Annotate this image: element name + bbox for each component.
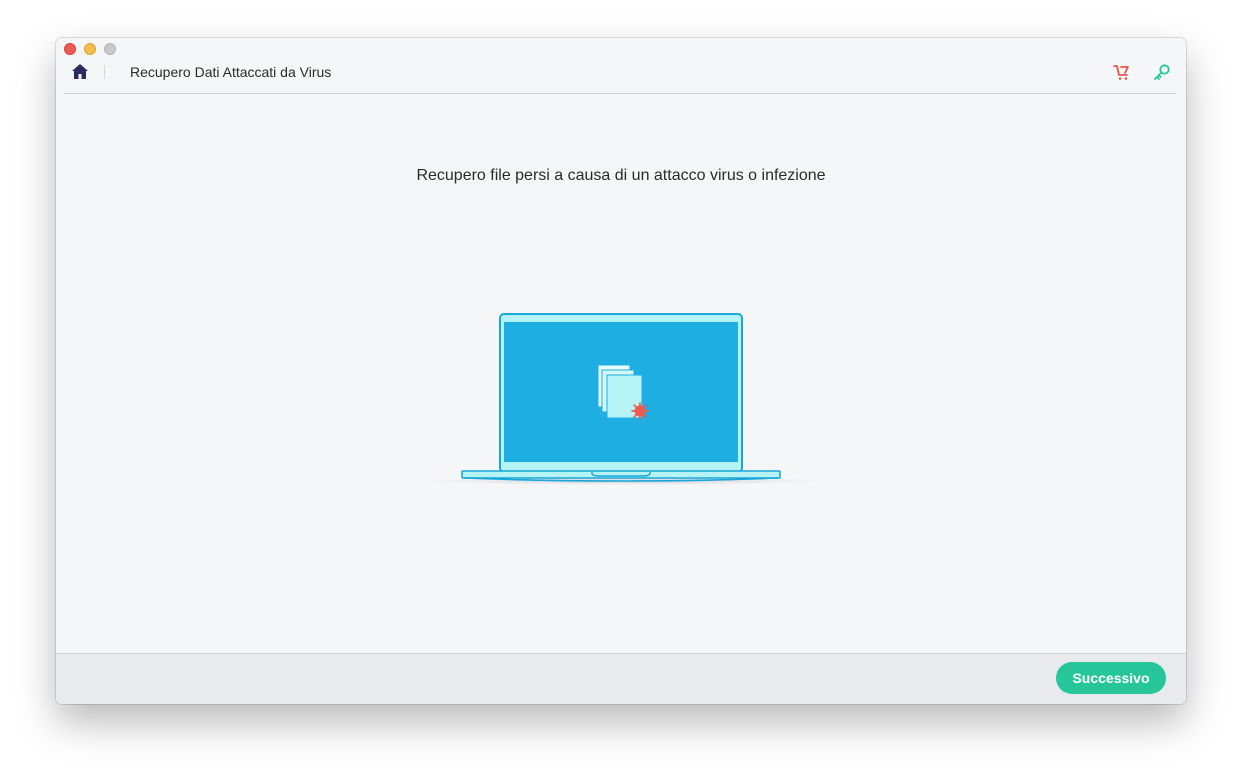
laptop-virus-files-illustration [426, 313, 826, 485]
footer-bar: Successivo [56, 653, 1186, 704]
app-window: Recupero Dati Attaccati da Virus Recuper… [56, 38, 1186, 704]
next-button[interactable]: Successivo [1056, 662, 1166, 694]
home-button[interactable] [70, 62, 90, 82]
header-bar: Recupero Dati Attaccati da Virus [64, 58, 1176, 94]
virus-icon [631, 402, 649, 420]
laptop-base [461, 470, 781, 479]
license-key-button[interactable] [1152, 62, 1172, 82]
window-minimize-button[interactable] [84, 43, 96, 55]
window-close-button[interactable] [64, 43, 76, 55]
home-icon [72, 64, 88, 79]
window-controls [64, 43, 116, 55]
window-maximize-button[interactable] [104, 43, 116, 55]
main-heading: Recupero file persi a causa di un attacc… [416, 167, 826, 184]
page-title: Recupero Dati Attaccati da Virus [130, 64, 332, 80]
header-divider [104, 65, 105, 79]
key-icon [1154, 64, 1170, 80]
cart-icon [1113, 65, 1129, 80]
cart-button[interactable] [1112, 62, 1132, 82]
